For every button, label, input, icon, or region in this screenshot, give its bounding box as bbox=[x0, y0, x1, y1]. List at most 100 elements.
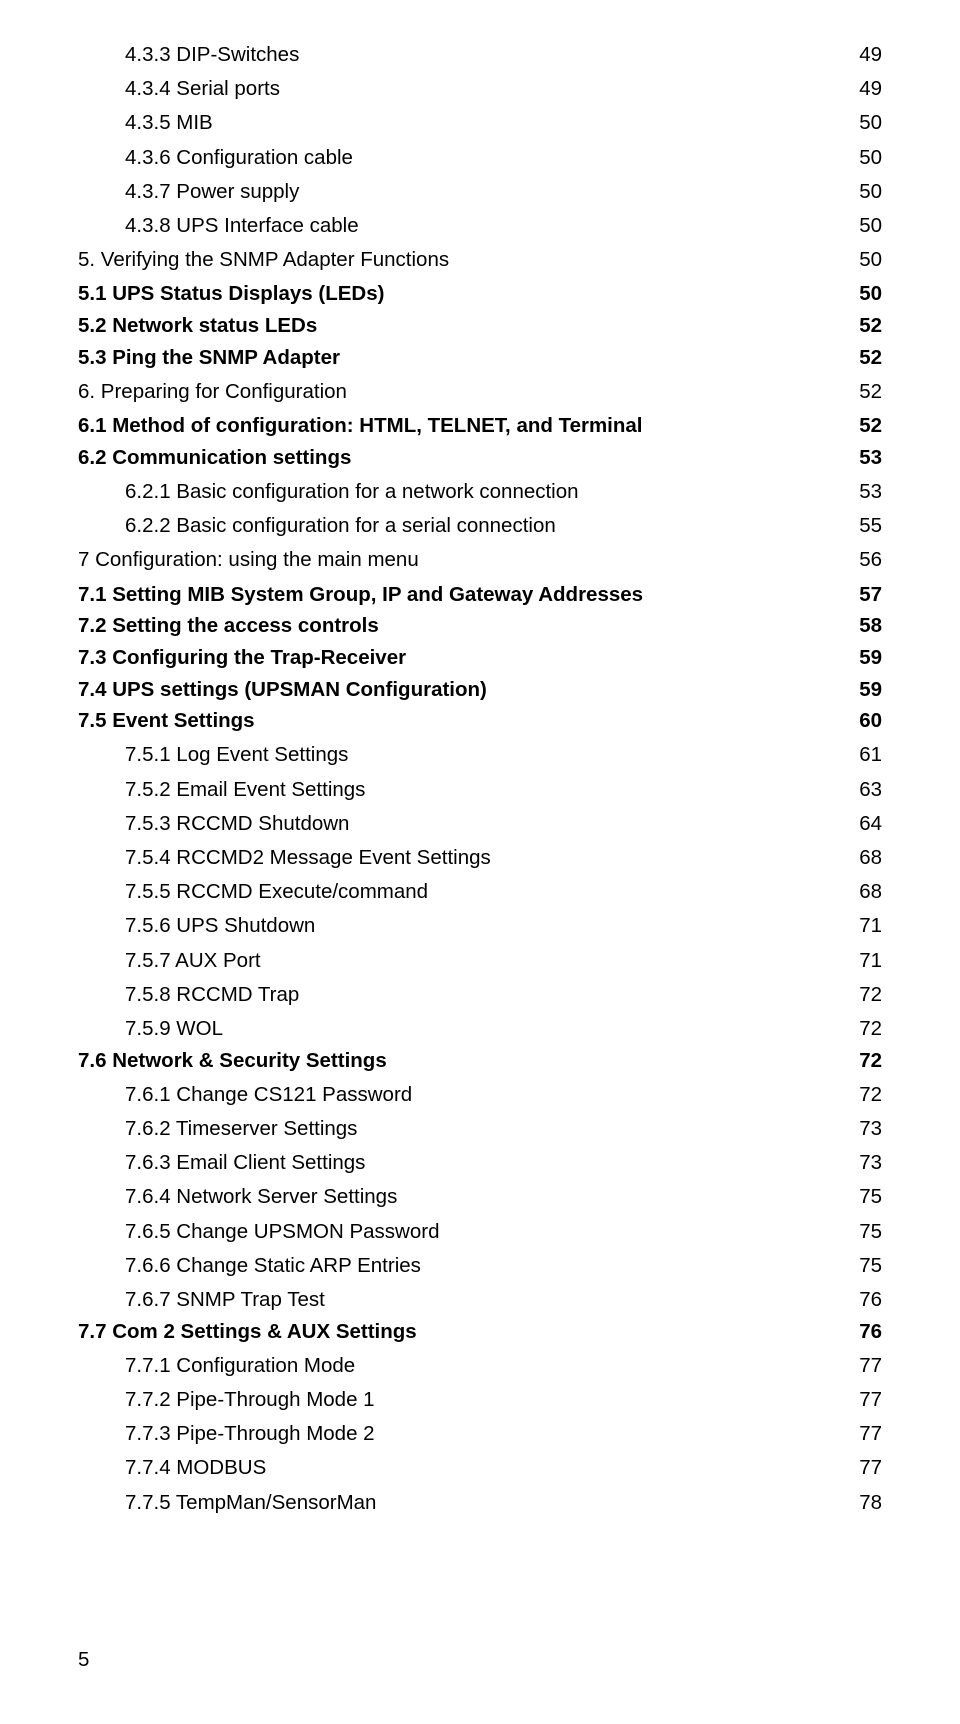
toc-entry-page: 78 bbox=[859, 1491, 882, 1515]
toc-entry-label: 7 Configuration: using the main menu bbox=[78, 548, 859, 572]
toc-entry[interactable]: 7.7.3 Pipe-Through Mode 277 bbox=[78, 1422, 882, 1446]
toc-entry[interactable]: 4.3.7 Power supply50 bbox=[78, 180, 882, 204]
toc-entry-page: 59 bbox=[859, 678, 882, 702]
toc-entry-label: 7.7.1 Configuration Mode bbox=[125, 1354, 859, 1378]
toc-entry[interactable]: 7 Configuration: using the main menu56 bbox=[78, 548, 882, 572]
toc-entry[interactable]: 7.3 Configuring the Trap-Receiver59 bbox=[78, 646, 882, 670]
toc-entry-label: 4.3.5 MIB bbox=[125, 111, 859, 135]
toc-entry-page: 75 bbox=[859, 1185, 882, 1209]
toc-entry[interactable]: 5.3 Ping the SNMP Adapter52 bbox=[78, 346, 882, 370]
toc-entry[interactable]: 6.2 Communication settings53 bbox=[78, 446, 882, 470]
toc-entry-label: 7.1 Setting MIB System Group, IP and Gat… bbox=[78, 583, 859, 607]
toc-entry[interactable]: 5.2 Network status LEDs52 bbox=[78, 314, 882, 338]
toc-entry-page: 76 bbox=[859, 1320, 882, 1344]
toc-entry-page: 50 bbox=[859, 180, 882, 204]
toc-entry[interactable]: 7.5.4 RCCMD2 Message Event Settings68 bbox=[78, 846, 882, 870]
toc-entry-label: 7.5.8 RCCMD Trap bbox=[125, 983, 859, 1007]
toc-entry-label: 7.6.3 Email Client Settings bbox=[125, 1151, 859, 1175]
toc-entry[interactable]: 7.5.9 WOL72 bbox=[78, 1017, 882, 1041]
toc-entry-page: 77 bbox=[859, 1422, 882, 1446]
toc-entry-label: 7.2 Setting the access controls bbox=[78, 614, 859, 638]
toc-entry-page: 68 bbox=[859, 880, 882, 904]
toc-entry[interactable]: 4.3.5 MIB50 bbox=[78, 111, 882, 135]
toc-entry[interactable]: 7.7.1 Configuration Mode77 bbox=[78, 1354, 882, 1378]
toc-entry[interactable]: 7.7 Com 2 Settings & AUX Settings76 bbox=[78, 1320, 882, 1344]
toc-entry-page: 50 bbox=[859, 214, 882, 238]
page-number: 5 bbox=[78, 1648, 89, 1672]
toc-entry-page: 77 bbox=[859, 1456, 882, 1480]
toc-entry-label: 5.2 Network status LEDs bbox=[78, 314, 859, 338]
toc-entry-page: 50 bbox=[859, 111, 882, 135]
toc-entry-label: 7.7 Com 2 Settings & AUX Settings bbox=[78, 1320, 859, 1344]
toc-entry-label: 7.6.5 Change UPSMON Password bbox=[125, 1220, 859, 1244]
toc-entry-page: 77 bbox=[859, 1354, 882, 1378]
toc-entry-page: 53 bbox=[859, 446, 882, 470]
toc-entry-page: 56 bbox=[859, 548, 882, 572]
toc-entry-label: 6.2.2 Basic configuration for a serial c… bbox=[125, 514, 859, 538]
toc-entry[interactable]: 7.5.1 Log Event Settings61 bbox=[78, 743, 882, 767]
toc-entry[interactable]: 7.6.6 Change Static ARP Entries75 bbox=[78, 1254, 882, 1278]
toc-entry-page: 71 bbox=[859, 949, 882, 973]
toc-entry[interactable]: 7.5.6 UPS Shutdown71 bbox=[78, 914, 882, 938]
toc-entry-label: 6. Preparing for Configuration bbox=[78, 380, 859, 404]
toc-entry[interactable]: 7.7.2 Pipe-Through Mode 177 bbox=[78, 1388, 882, 1412]
toc-entry-page: 76 bbox=[859, 1288, 882, 1312]
toc-entry[interactable]: 7.5.5 RCCMD Execute/command68 bbox=[78, 880, 882, 904]
toc-entry[interactable]: 7.6 Network & Security Settings72 bbox=[78, 1049, 882, 1073]
toc-entry[interactable]: 7.5 Event Settings60 bbox=[78, 709, 882, 733]
toc-entry[interactable]: 4.3.6 Configuration cable50 bbox=[78, 146, 882, 170]
toc-entry[interactable]: 5.1 UPS Status Displays (LEDs)50 bbox=[78, 282, 882, 306]
toc-entry-label: 7.6.4 Network Server Settings bbox=[125, 1185, 859, 1209]
toc-entry-label: 4.3.3 DIP-Switches bbox=[125, 43, 859, 67]
toc-entry-page: 75 bbox=[859, 1220, 882, 1244]
toc-entry[interactable]: 4.3.3 DIP-Switches49 bbox=[78, 43, 882, 67]
toc-entry-page: 55 bbox=[859, 514, 882, 538]
toc-entry[interactable]: 4.3.8 UPS Interface cable50 bbox=[78, 214, 882, 238]
toc-entry[interactable]: 7.5.8 RCCMD Trap72 bbox=[78, 983, 882, 1007]
toc-entry[interactable]: 7.7.5 TempMan/SensorMan78 bbox=[78, 1491, 882, 1515]
toc-entry[interactable]: 7.6.2 Timeserver Settings73 bbox=[78, 1117, 882, 1141]
toc-entry[interactable]: 7.5.3 RCCMD Shutdown64 bbox=[78, 812, 882, 836]
toc-entry-label: 7.6 Network & Security Settings bbox=[78, 1049, 859, 1073]
toc-entry[interactable]: 5. Verifying the SNMP Adapter Functions5… bbox=[78, 248, 882, 272]
toc-entry-label: 4.3.6 Configuration cable bbox=[125, 146, 859, 170]
toc-entry-page: 72 bbox=[859, 1083, 882, 1107]
toc-entry-page: 64 bbox=[859, 812, 882, 836]
toc-entry[interactable]: 7.6.3 Email Client Settings73 bbox=[78, 1151, 882, 1175]
toc-entry-label: 5.3 Ping the SNMP Adapter bbox=[78, 346, 859, 370]
toc-entry-label: 7.6.7 SNMP Trap Test bbox=[125, 1288, 859, 1312]
toc-entry[interactable]: 6. Preparing for Configuration52 bbox=[78, 380, 882, 404]
toc-entry-page: 52 bbox=[859, 380, 882, 404]
toc-entry[interactable]: 7.6.7 SNMP Trap Test76 bbox=[78, 1288, 882, 1312]
table-of-contents: 4.3.3 DIP-Switches49 4.3.4 Serial ports49… bbox=[78, 43, 882, 1515]
toc-entry[interactable]: 6.2.2 Basic configuration for a serial c… bbox=[78, 514, 882, 538]
toc-entry[interactable]: 7.4 UPS settings (UPSMAN Configuration)5… bbox=[78, 678, 882, 702]
toc-entry[interactable]: 6.1 Method of configuration: HTML, TELNE… bbox=[78, 414, 882, 438]
toc-entry[interactable]: 4.3.4 Serial ports49 bbox=[78, 77, 882, 101]
toc-entry-page: 57 bbox=[859, 583, 882, 607]
toc-entry-label: 5. Verifying the SNMP Adapter Functions bbox=[78, 248, 859, 272]
toc-entry[interactable]: 6.2.1 Basic configuration for a network … bbox=[78, 480, 882, 504]
toc-entry[interactable]: 7.5.7 AUX Port71 bbox=[78, 949, 882, 973]
toc-entry[interactable]: 7.7.4 MODBUS77 bbox=[78, 1456, 882, 1480]
toc-entry-page: 72 bbox=[859, 983, 882, 1007]
toc-entry-page: 50 bbox=[859, 282, 882, 306]
toc-entry-page: 52 bbox=[859, 414, 882, 438]
toc-entry[interactable]: 7.6.1 Change CS121 Password72 bbox=[78, 1083, 882, 1107]
toc-entry[interactable]: 7.1 Setting MIB System Group, IP and Gat… bbox=[78, 583, 882, 607]
toc-entry-page: 72 bbox=[859, 1049, 882, 1073]
toc-entry[interactable]: 7.5.2 Email Event Settings63 bbox=[78, 778, 882, 802]
toc-entry-label: 7.6.1 Change CS121 Password bbox=[125, 1083, 859, 1107]
toc-entry-page: 73 bbox=[859, 1117, 882, 1141]
toc-entry-label: 6.2 Communication settings bbox=[78, 446, 859, 470]
toc-entry-label: 7.5.5 RCCMD Execute/command bbox=[125, 880, 859, 904]
toc-entry-page: 63 bbox=[859, 778, 882, 802]
toc-entry-page: 75 bbox=[859, 1254, 882, 1278]
toc-entry-page: 52 bbox=[859, 346, 882, 370]
toc-entry[interactable]: 7.2 Setting the access controls58 bbox=[78, 614, 882, 638]
toc-entry-page: 52 bbox=[859, 314, 882, 338]
toc-entry[interactable]: 7.6.5 Change UPSMON Password75 bbox=[78, 1220, 882, 1244]
toc-entry-label: 7.7.4 MODBUS bbox=[125, 1456, 859, 1480]
toc-entry[interactable]: 7.6.4 Network Server Settings75 bbox=[78, 1185, 882, 1209]
toc-entry-page: 50 bbox=[859, 248, 882, 272]
